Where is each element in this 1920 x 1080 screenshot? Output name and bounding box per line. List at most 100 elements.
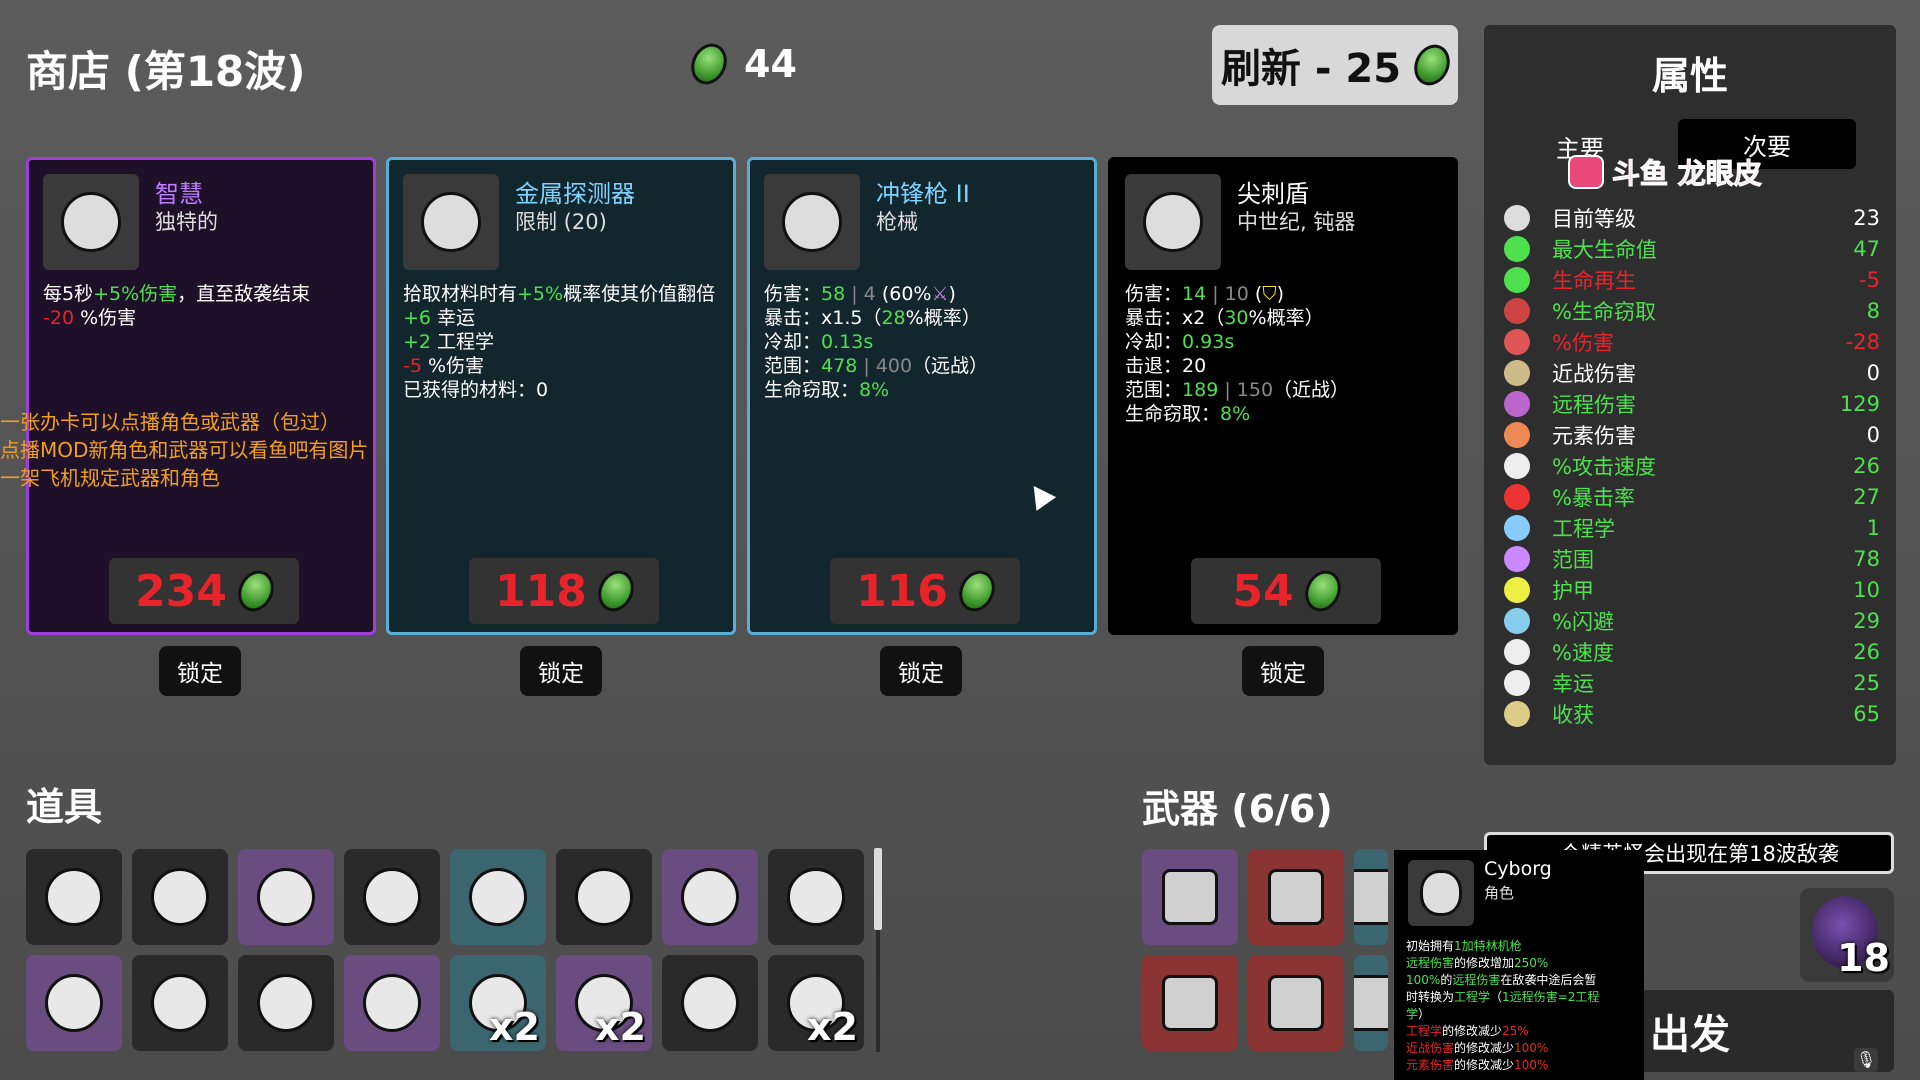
shop-card[interactable]: 金属探测器 限制 (20) 拾取材料时有+5%概率使其价值翻倍 +6 幸运 +2 工程学… bbox=[386, 157, 736, 635]
stat-row[interactable]: 近战伤害 0 bbox=[1504, 358, 1880, 388]
stat-row[interactable]: %闪避 29 bbox=[1504, 606, 1880, 636]
metal-detector-icon bbox=[403, 174, 499, 270]
item-slot[interactable] bbox=[344, 849, 440, 945]
lock-button[interactable]: 锁定 bbox=[1242, 646, 1324, 696]
stat-row[interactable]: %速度 26 bbox=[1504, 637, 1880, 667]
buy-button[interactable]: 116 bbox=[830, 558, 1020, 624]
item-slot[interactable]: x2 bbox=[450, 955, 546, 1051]
lock-label: 锁定 bbox=[898, 661, 944, 687]
description-line: 冷却：0.13s bbox=[764, 330, 988, 354]
item-slot[interactable] bbox=[768, 849, 864, 945]
stat-label: %生命窃取 bbox=[1552, 300, 1656, 324]
text-segment: 14 bbox=[1182, 283, 1207, 305]
weapon-slot[interactable] bbox=[1248, 955, 1344, 1051]
card-description: 伤害：58 | 4 (60%⚔) 暴击：x1.5（28%概率） 冷却：0.13s 范围… bbox=[764, 282, 988, 402]
stat-label: %闪避 bbox=[1552, 610, 1614, 634]
item-slot[interactable]: x2 bbox=[556, 955, 652, 1051]
stat-row[interactable]: 远程伤害 129 bbox=[1504, 389, 1880, 419]
stat-row[interactable]: %伤害 -28 bbox=[1504, 327, 1880, 357]
lock-button[interactable]: 锁定 bbox=[880, 646, 962, 696]
weapon-slot[interactable] bbox=[1142, 955, 1238, 1051]
stat-row[interactable]: %生命窃取 8 bbox=[1504, 296, 1880, 326]
cyborg-face-icon bbox=[1420, 870, 1462, 916]
text-segment: 工程学 bbox=[1454, 990, 1491, 1004]
text-segment: +6 bbox=[403, 307, 432, 329]
shop-card[interactable]: 冲锋枪 II 枪械 伤害：58 | 4 (60%⚔) 暴击：x1.5（28%概率） 冷却… bbox=[747, 157, 1097, 635]
tooltip-line: 元素伤害的修改减少100% bbox=[1406, 1057, 1599, 1074]
shop-card[interactable]: 智慧 独特的 每5秒+5%伤害，直至敌袭结束 -20 %伤害 234 bbox=[26, 157, 376, 635]
items-scrollbar[interactable] bbox=[874, 848, 882, 930]
stat-row[interactable]: 目前等级 23 bbox=[1504, 203, 1880, 233]
lock-button[interactable]: 锁定 bbox=[520, 646, 602, 696]
stat-row[interactable]: 生命再生 -5 bbox=[1504, 265, 1880, 295]
weapon-slot[interactable] bbox=[1354, 955, 1388, 1051]
item-slot[interactable] bbox=[238, 955, 334, 1051]
mushroom-icon bbox=[363, 974, 421, 1032]
stat-value: 8 bbox=[1866, 299, 1880, 323]
stat-row[interactable]: 收获 65 bbox=[1504, 699, 1880, 729]
card-subtitle: 枪械 bbox=[876, 210, 918, 234]
text-segment: 1加特林机枪 bbox=[1454, 939, 1522, 953]
weapon-slot[interactable] bbox=[1354, 849, 1388, 945]
material-icon bbox=[591, 564, 641, 618]
text-segment: 伤害： bbox=[764, 283, 822, 305]
item-slot[interactable] bbox=[132, 955, 228, 1051]
item-slot[interactable] bbox=[344, 955, 440, 1051]
stat-row[interactable]: 最大生命值 47 bbox=[1504, 234, 1880, 264]
stat-row[interactable]: %暴击率 27 bbox=[1504, 482, 1880, 512]
material-icon bbox=[1407, 38, 1457, 92]
text-segment: 远程伤害 bbox=[1452, 973, 1501, 987]
harvest-icon bbox=[1504, 701, 1530, 727]
weapon-slot[interactable] bbox=[1248, 849, 1344, 945]
buy-button[interactable]: 118 bbox=[469, 558, 659, 624]
stat-value: 10 bbox=[1853, 578, 1880, 602]
item-slot[interactable] bbox=[132, 849, 228, 945]
refresh-button[interactable]: 刷新 - 25 bbox=[1212, 25, 1458, 105]
stat-row[interactable]: %攻击速度 26 bbox=[1504, 451, 1880, 481]
mask-icon bbox=[787, 868, 845, 926]
smg-icon bbox=[1354, 975, 1388, 1031]
wrench-icon bbox=[1268, 869, 1324, 925]
stat-value: 47 bbox=[1853, 237, 1880, 261]
text-segment: 0.13s bbox=[821, 331, 874, 353]
tooltip-type: 角色 bbox=[1484, 884, 1515, 902]
item-slot[interactable] bbox=[26, 955, 122, 1051]
stat-row[interactable]: 工程学 1 bbox=[1504, 513, 1880, 543]
stat-row[interactable]: 幸运 25 bbox=[1504, 668, 1880, 698]
lock-button[interactable]: 锁定 bbox=[159, 646, 241, 696]
item-slot[interactable] bbox=[450, 849, 546, 945]
text-segment: -5 bbox=[403, 355, 422, 377]
item-slot[interactable] bbox=[556, 849, 652, 945]
weapon-slot[interactable] bbox=[1142, 849, 1238, 945]
stat-label: 远程伤害 bbox=[1552, 393, 1636, 417]
mic-icon[interactable]: 🎙 bbox=[1854, 1048, 1878, 1072]
text-segment: 概率使其价值翻倍 bbox=[563, 283, 716, 305]
heart-icon bbox=[1504, 236, 1530, 262]
description-line: 拾取材料时有+5%概率使其价值翻倍 bbox=[403, 282, 715, 306]
item-slot[interactable] bbox=[662, 955, 758, 1051]
tooltip-line: 工程学的修改减少25% bbox=[1406, 1023, 1599, 1040]
level-icon bbox=[1504, 205, 1530, 231]
stat-row[interactable]: 范围 78 bbox=[1504, 544, 1880, 574]
go-button[interactable]: 出发 bbox=[1614, 990, 1894, 1072]
melee-icon bbox=[1504, 360, 1530, 386]
stat-row[interactable]: 元素伤害 0 bbox=[1504, 420, 1880, 450]
text-segment: 伤害： bbox=[1125, 283, 1183, 305]
item-slot[interactable]: x2 bbox=[768, 955, 864, 1051]
shop-card[interactable]: 尖刺盾 中世纪, 钝器 伤害：14 | 10 (⛉) 暴击：x2（30%概率） 冷却：0… bbox=[1108, 157, 1458, 635]
stat-label: %伤害 bbox=[1552, 331, 1614, 355]
text-segment: 冷却： bbox=[1125, 331, 1183, 353]
text-segment: 已获得的材料：0 bbox=[403, 379, 549, 401]
go-label: 出发 bbox=[1650, 1012, 1730, 1058]
item-slot[interactable] bbox=[238, 849, 334, 945]
card-name: 金属探测器 bbox=[515, 180, 635, 208]
item-slot[interactable] bbox=[26, 849, 122, 945]
item-slot[interactable] bbox=[662, 849, 758, 945]
buy-button[interactable]: 234 bbox=[109, 558, 299, 624]
buy-button[interactable]: 54 bbox=[1191, 558, 1381, 624]
stat-value: 26 bbox=[1853, 640, 1880, 664]
description-line: 范围：478 | 400（远战） bbox=[764, 354, 988, 378]
stat-row[interactable]: 护甲 10 bbox=[1504, 575, 1880, 605]
text-segment: 30 bbox=[1224, 307, 1249, 329]
stat-label: 幸运 bbox=[1552, 672, 1594, 696]
